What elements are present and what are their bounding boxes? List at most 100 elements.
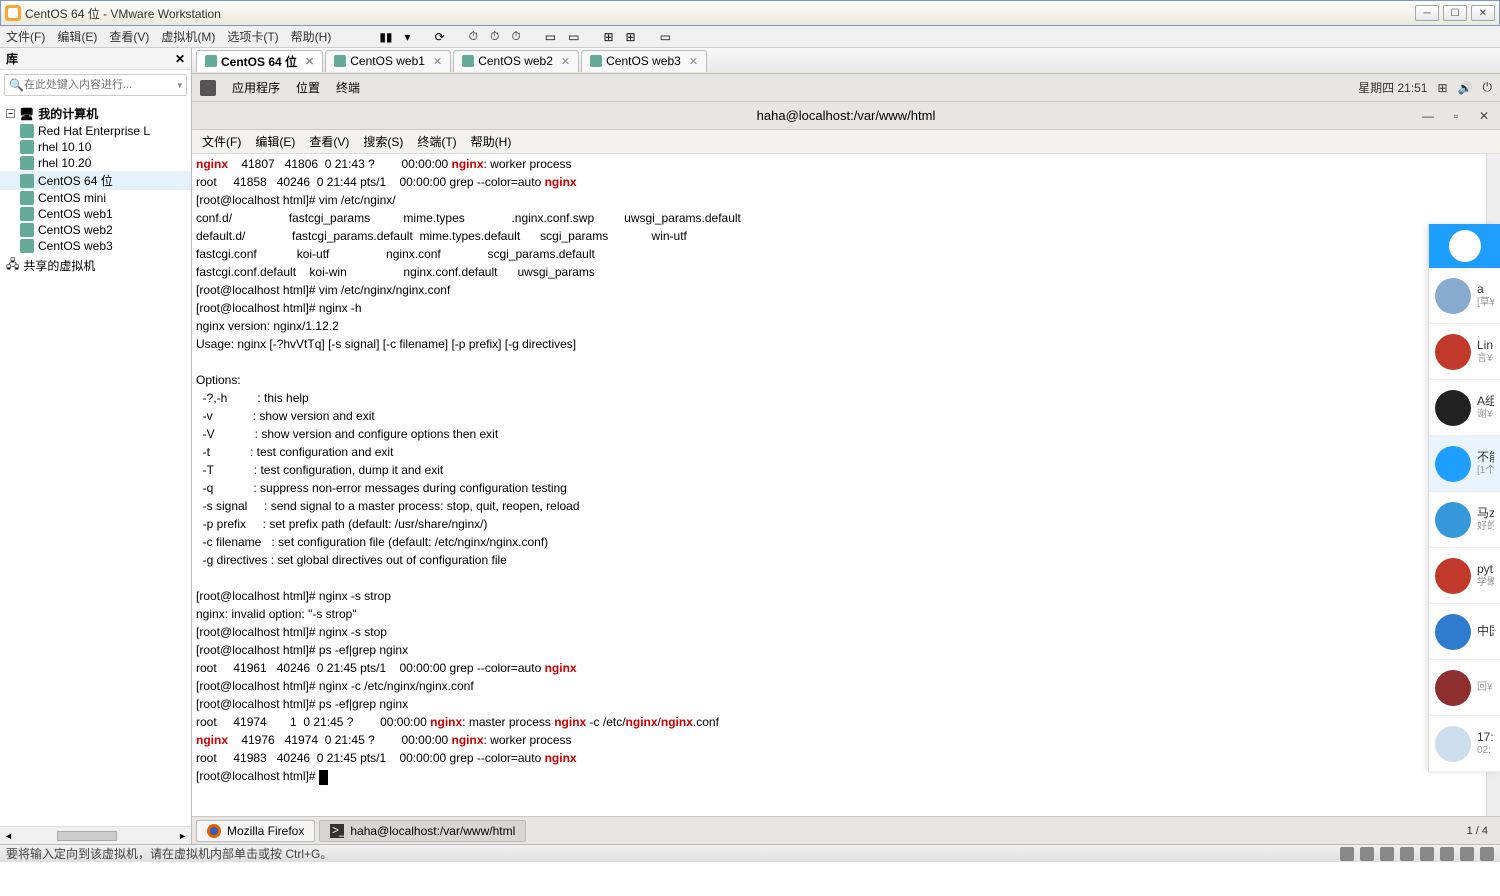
term-menu-help[interactable]: 帮助(H) <box>471 133 512 150</box>
toolbar-btn-2[interactable]: ⏱ <box>469 29 478 44</box>
contact-item[interactable]: 中国 <box>1429 604 1500 660</box>
taskbar-firefox[interactable]: Mozilla Firefox <box>196 820 315 842</box>
tree-item-active[interactable]: CentOS 64 位 <box>0 171 191 190</box>
close-button[interactable]: ✕ <box>1471 5 1495 21</box>
vm-icon <box>20 156 34 170</box>
tree-item[interactable]: CentOS web2 <box>0 222 191 238</box>
search-input[interactable] <box>24 79 178 91</box>
minimize-button[interactable]: ─ <box>1415 5 1439 21</box>
collapse-icon[interactable]: − <box>6 109 15 118</box>
status-icon[interactable] <box>1400 847 1414 861</box>
tree-item-label: CentOS web1 <box>38 207 113 221</box>
toolbar-btn-3[interactable]: ⏱ <box>490 29 499 44</box>
tab-centos64[interactable]: CentOS 64 位 ✕ <box>196 50 323 72</box>
toolbar-btn-5[interactable]: ▭ <box>545 30 556 44</box>
menu-tabs[interactable]: 选项卡(T) <box>227 28 278 45</box>
dropdown-icon[interactable]: ▾ <box>405 30 411 44</box>
toolbar-btn-9[interactable]: ▭ <box>660 30 671 44</box>
contact-item[interactable]: pyt学聚 <box>1429 548 1500 604</box>
close-icon[interactable]: ✕ <box>689 55 698 68</box>
tree-item-label: CentOS web3 <box>38 239 113 253</box>
contact-item[interactable]: 回¥ <box>1429 660 1500 716</box>
contact-item[interactable]: 17:02: <box>1429 716 1500 772</box>
terminal-output[interactable]: nginx 41807 41806 0 21:43 ? 00:00:00 ngi… <box>192 154 1500 816</box>
contact-item[interactable]: a[草¥ <box>1429 268 1500 324</box>
term-menu-file[interactable]: 文件(F) <box>202 133 241 150</box>
contact-item[interactable]: Lin言¥ <box>1429 324 1500 380</box>
power-icon[interactable]: ⏻ <box>1483 80 1493 95</box>
t: nginx <box>452 733 484 747</box>
tab-web2[interactable]: CentOS web2 ✕ <box>453 50 579 72</box>
t: [root@localhost html]# vim /etc/nginx/ <box>196 193 396 207</box>
term-menu-edit[interactable]: 编辑(E) <box>255 133 295 150</box>
taskbar-terminal[interactable]: >_ haha@localhost:/var/www/html <box>319 820 526 842</box>
sidebar-scrollbar[interactable]: ◄ ► <box>0 826 191 844</box>
term-maximize-button[interactable]: ▫ <box>1448 109 1464 123</box>
volume-icon[interactable]: 🔊 <box>1458 81 1473 95</box>
status-icon[interactable] <box>1420 847 1434 861</box>
menu-view[interactable]: 查看(V) <box>109 28 149 45</box>
t: -c filename : set configuration file (de… <box>196 535 548 549</box>
terminal-menubar: 文件(F) 编辑(E) 查看(V) 搜索(S) 终端(T) 帮助(H) <box>192 130 1500 154</box>
toolbar-btn-4[interactable]: ⏱ <box>511 29 520 44</box>
toolbar-btn-6[interactable]: ▭ <box>568 30 579 44</box>
menu-edit[interactable]: 编辑(E) <box>57 28 97 45</box>
contact-item[interactable]: A组谢¥ <box>1429 380 1500 436</box>
menu-terminal[interactable]: 终端 <box>336 79 360 96</box>
avatar <box>1435 614 1471 650</box>
contact-item[interactable]: 不能[1个 <box>1429 436 1500 492</box>
t: -g directives : set global directives ou… <box>196 553 507 567</box>
term-menu-view[interactable]: 查看(V) <box>309 133 349 150</box>
tree-item-label: CentOS web2 <box>38 223 113 237</box>
close-icon[interactable]: ✕ <box>433 55 442 68</box>
term-minimize-button[interactable]: — <box>1420 109 1436 123</box>
close-icon[interactable]: ✕ <box>305 55 314 68</box>
status-icon[interactable] <box>1380 847 1394 861</box>
search-icon: 🔍 <box>9 78 24 92</box>
term-menu-terminal[interactable]: 终端(T) <box>417 133 456 150</box>
tab-label: CentOS web1 <box>350 54 425 68</box>
avatar <box>1435 558 1471 594</box>
network-icon[interactable]: ⊞ <box>1437 81 1447 95</box>
t: nginx version: nginx/1.12.2 <box>196 319 339 333</box>
avatar-icon <box>1449 230 1481 262</box>
dropdown-icon[interactable]: ▾ <box>177 80 182 91</box>
status-icon[interactable] <box>1440 847 1454 861</box>
tree-item[interactable]: Red Hat Enterprise L <box>0 123 191 139</box>
status-icon[interactable] <box>1340 847 1354 861</box>
maximize-button[interactable]: ☐ <box>1443 5 1467 21</box>
workspace-pager[interactable]: 1 / 4 <box>1459 825 1496 837</box>
tree-shared[interactable]: 🖧 共享的虚拟机 <box>0 254 191 277</box>
tree-root[interactable]: − 🖥 我的计算机 <box>0 104 191 123</box>
menu-applications[interactable]: 应用程序 <box>232 79 280 96</box>
status-icon[interactable] <box>1360 847 1374 861</box>
tree-item-label: Red Hat Enterprise L <box>38 124 150 138</box>
status-icon[interactable] <box>1480 847 1494 861</box>
menu-help[interactable]: 帮助(H) <box>291 28 332 45</box>
tab-web1[interactable]: CentOS web1 ✕ <box>325 50 451 72</box>
contact-item[interactable]: 马z好的 <box>1429 492 1500 548</box>
t: -?,-h : this help <box>196 391 309 405</box>
sidebar-search[interactable]: 🔍 ▾ <box>4 74 187 96</box>
toolbar-btn-8[interactable]: ⊞ <box>626 30 636 44</box>
clock[interactable]: 星期四 21:51 <box>1358 79 1427 96</box>
pause-button[interactable]: ▮▮ <box>379 30 392 44</box>
tree-item[interactable]: CentOS mini <box>0 190 191 206</box>
tree-item[interactable]: CentOS web3 <box>0 238 191 254</box>
status-icon[interactable] <box>1460 847 1474 861</box>
tab-web3[interactable]: CentOS web3 ✕ <box>581 50 707 72</box>
close-icon[interactable]: ✕ <box>561 55 570 68</box>
menu-file[interactable]: 文件(F) <box>6 28 45 45</box>
contacts-header[interactable] <box>1429 224 1500 268</box>
sidebar-close-icon[interactable]: ✕ <box>175 52 185 66</box>
tree-item[interactable]: rhel 10.10 <box>0 139 191 155</box>
tree-item[interactable]: rhel 10.20 <box>0 155 191 171</box>
menu-places[interactable]: 位置 <box>296 79 320 96</box>
term-close-button[interactable]: ✕ <box>1476 109 1492 123</box>
menu-vm[interactable]: 虚拟机(M) <box>161 28 215 45</box>
toolbar-btn-1[interactable]: ⟳ <box>435 30 445 44</box>
term-menu-search[interactable]: 搜索(S) <box>363 133 403 150</box>
tree-item[interactable]: CentOS web1 <box>0 206 191 222</box>
scrollbar-thumb[interactable] <box>57 831 117 841</box>
toolbar-btn-7[interactable]: ⊞ <box>603 30 613 44</box>
